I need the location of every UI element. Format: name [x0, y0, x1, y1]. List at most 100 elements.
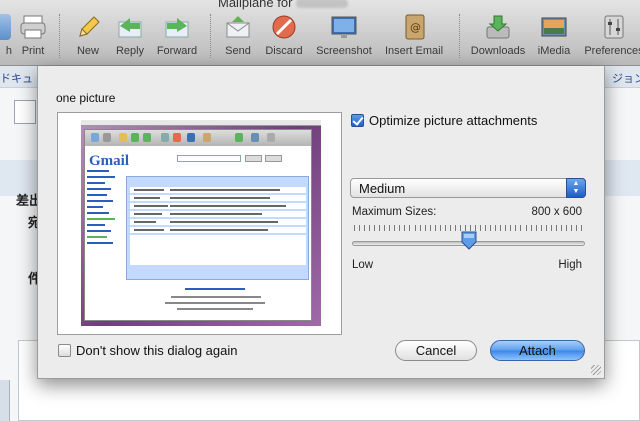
slider-tick	[490, 225, 491, 231]
slider-tick	[571, 225, 572, 231]
refresh-icon	[0, 14, 11, 40]
slider-tick	[425, 225, 426, 231]
slider-tick	[556, 225, 557, 231]
svg-text:@: @	[410, 21, 421, 34]
slider-tick	[500, 225, 501, 231]
screenshot-icon	[330, 14, 358, 40]
image-preview: Gmail	[81, 120, 321, 326]
max-sizes-label: Maximum Sizes:	[352, 206, 437, 218]
slider-knob[interactable]	[461, 231, 477, 250]
slider-tick	[374, 225, 375, 231]
background-input	[14, 100, 36, 124]
preview-toolbar-icon	[143, 133, 151, 142]
pencil-icon	[74, 14, 102, 40]
optimize-label[interactable]: Optimize picture attachments	[369, 113, 537, 128]
preview-toolbar-icon	[235, 133, 243, 142]
slider-tick	[495, 225, 496, 231]
preview-footer-text	[165, 302, 265, 304]
slider-tick	[551, 225, 552, 231]
slider-low-label: Low	[352, 259, 374, 271]
resize-grip[interactable]	[591, 365, 601, 375]
preview-toolbar-icon	[119, 133, 127, 142]
slider-tick	[379, 225, 380, 231]
toolbar-button-print[interactable]: Print	[16, 14, 50, 62]
slider-tick	[415, 225, 416, 231]
downloads-icon	[484, 14, 512, 40]
send-icon	[224, 14, 252, 40]
preview-toolbar-icon	[267, 133, 275, 142]
optimize-checkbox[interactable]	[351, 114, 364, 127]
dont-show-label[interactable]: Don't show this dialog again	[76, 343, 237, 358]
preferences-icon	[600, 14, 628, 40]
slider-tick	[546, 225, 547, 231]
toolbar-button-imedia[interactable]: iMedia	[535, 14, 573, 62]
image-preview-frame: Gmail	[57, 112, 342, 335]
discard-icon	[270, 14, 298, 40]
slider-tick	[480, 225, 481, 231]
slider-tick	[450, 225, 451, 231]
toolbar-separator	[210, 14, 211, 58]
toolbar-button-new[interactable]: New	[72, 14, 104, 62]
toolbar-button-discard[interactable]: Discard	[262, 14, 306, 62]
preview-toolbar-icon	[91, 133, 99, 142]
attachment-dialog: one picture Gmail Optimize picture attac…	[37, 66, 605, 379]
max-sizes-value: 800 x 600	[531, 206, 582, 218]
preview-search-button	[265, 155, 282, 162]
slider-tick	[576, 225, 577, 231]
window-title: Mailplane for	[218, 0, 349, 10]
slider-tick	[404, 225, 405, 231]
slider-tick	[505, 225, 506, 231]
top-bar-link-left[interactable]: ドキュ	[0, 70, 33, 86]
toolbar-button-refresh[interactable]: h	[0, 14, 12, 62]
background-strip	[0, 380, 10, 421]
preview-search-button	[245, 155, 262, 162]
slider-tick	[526, 225, 527, 231]
preview-menubar	[81, 120, 321, 126]
slider-tick	[455, 225, 456, 231]
dont-show-checkbox[interactable]	[58, 344, 71, 357]
slider-tick	[394, 225, 395, 231]
slider-tick	[445, 225, 446, 231]
toolbar-button-screenshot[interactable]: Screenshot	[314, 14, 374, 62]
preview-toolbar-icon	[187, 133, 195, 142]
toolbar-separator	[59, 14, 60, 58]
preview-toolbar-icon	[103, 133, 111, 142]
slider-tick	[485, 225, 486, 231]
preview-window: Gmail	[84, 129, 312, 321]
size-popup[interactable]: Medium ▲ ▼	[350, 178, 586, 198]
slider-tick	[369, 225, 370, 231]
preview-gmail-logo: Gmail	[89, 153, 129, 169]
toolbar-button-reply[interactable]: Reply	[113, 14, 147, 62]
preview-footer-text	[171, 296, 261, 298]
toolbar-button-preferences[interactable]: Preferences	[582, 14, 640, 62]
top-bar-link-right[interactable]: ジョン	[612, 70, 640, 86]
slider-tick	[515, 225, 516, 231]
toolbar-button-downloads[interactable]: Downloads	[468, 14, 528, 62]
slider-tick	[541, 225, 542, 231]
toolbar-button-insert-email[interactable]: @ Insert Email	[382, 14, 446, 62]
slider-tick	[520, 225, 521, 231]
preview-search-box	[177, 155, 241, 162]
preview-inbox	[126, 176, 309, 280]
attach-button[interactable]: Attach	[490, 340, 585, 361]
printer-icon	[19, 14, 47, 40]
preview-toolbar-icon	[203, 133, 211, 142]
slider-tick	[359, 225, 360, 231]
preview-toolbar-icon	[251, 133, 259, 142]
slider-tick	[435, 225, 436, 231]
toolbar-separator	[459, 14, 460, 58]
cancel-button[interactable]: Cancel	[395, 340, 477, 361]
slider-tick	[384, 225, 385, 231]
chevron-updown-icon: ▲ ▼	[566, 178, 586, 198]
preview-footer-link	[185, 288, 245, 290]
slider-tick	[531, 225, 532, 231]
toolbar-button-send[interactable]: Send	[222, 14, 254, 62]
app-toolbar: Mailplane for h Print New Reply Forward …	[0, 0, 640, 66]
size-popup-value: Medium	[359, 181, 406, 196]
slider-tick	[561, 225, 562, 231]
slider-tick	[420, 225, 421, 231]
toolbar-button-forward[interactable]: Forward	[155, 14, 199, 62]
slider-tick	[440, 225, 441, 231]
forward-icon	[163, 14, 191, 40]
slider-tick	[399, 225, 400, 231]
